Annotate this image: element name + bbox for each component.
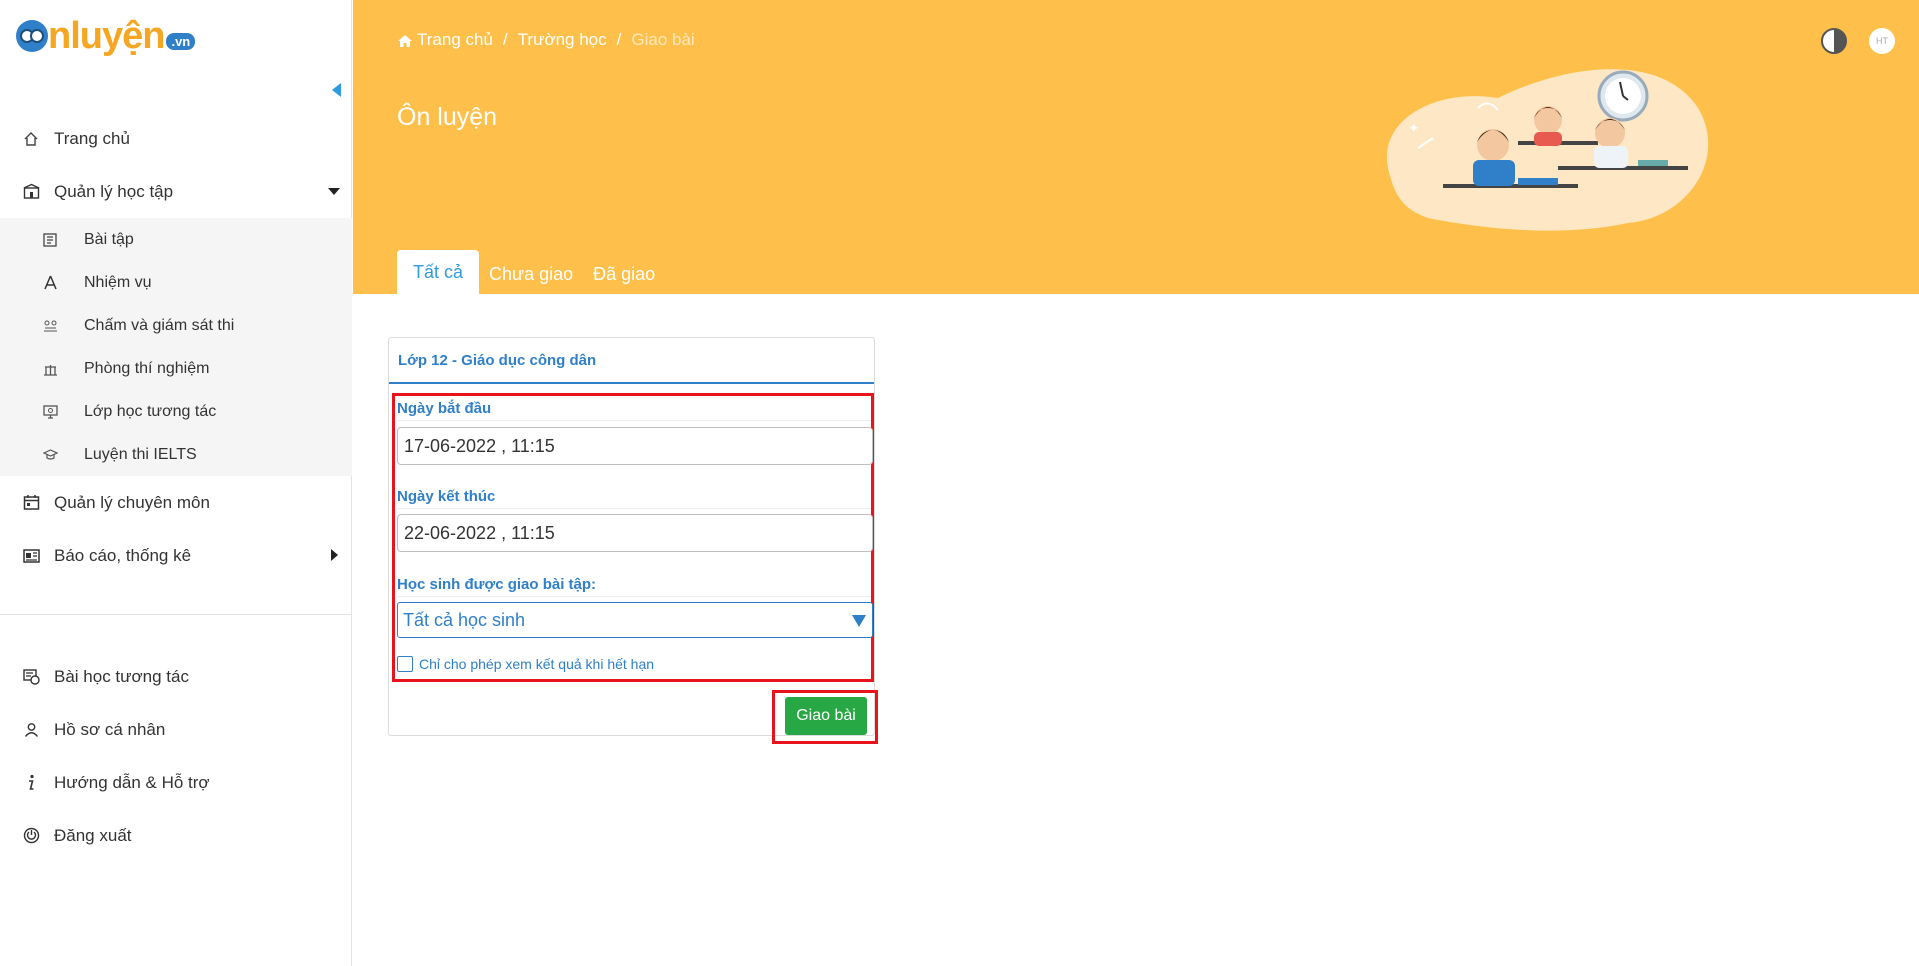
sidebar-item-interactive-class[interactable]: Lớp học tương tác bbox=[0, 390, 352, 433]
sidebar-item-label: Luyện thi IELTS bbox=[84, 445, 197, 463]
report-icon bbox=[22, 547, 40, 565]
power-icon bbox=[22, 827, 40, 845]
sidebar-item-home[interactable]: Trang chủ bbox=[0, 112, 352, 165]
page-header: Trang chủ / Trường học / Giao bài Ôn luy… bbox=[353, 0, 1919, 294]
learning-submenu: Bài tập Nhiệm vụ Chấm và giám sát thi Ph… bbox=[0, 218, 352, 476]
sidebar-item-exercises[interactable]: Bài tập bbox=[0, 218, 352, 261]
sidebar-item-label: Hướng dẫn & Hỗ trợ bbox=[54, 772, 210, 792]
breadcrumb-separator: / bbox=[502, 30, 508, 49]
sidebar-item-ielts[interactable]: Luyện thi IELTS bbox=[0, 433, 352, 476]
calendar-icon bbox=[22, 494, 40, 512]
sidebar-divider bbox=[0, 614, 352, 615]
end-date-label: Ngày kết thúc bbox=[397, 488, 496, 505]
sidebar-item-lab[interactable]: Phòng thí nghiệm bbox=[0, 347, 352, 390]
sidebar-item-interactive-lesson[interactable]: Bài học tương tác bbox=[0, 650, 352, 703]
chevron-down-icon bbox=[328, 188, 340, 195]
triangle-down-icon bbox=[852, 615, 866, 627]
breadcrumb-school[interactable]: Trường học bbox=[518, 30, 607, 50]
students-select[interactable]: Tất cả học sinh bbox=[397, 602, 873, 638]
logo[interactable]: nluyện .vn bbox=[16, 14, 196, 58]
tab-not-assigned[interactable]: Chưa giao bbox=[479, 254, 583, 294]
logo-text: nluyện bbox=[48, 15, 165, 57]
info-icon bbox=[22, 774, 40, 792]
sidebar-item-label: Đăng xuất bbox=[54, 825, 132, 845]
sidebar-item-professional-management[interactable]: Quản lý chuyên môn bbox=[0, 476, 352, 529]
main-nav: Trang chủ Quản lý học tập Bài tập Nhiệm … bbox=[0, 112, 352, 582]
sidebar-item-label: Bài tập bbox=[84, 230, 134, 248]
students-illustration: ✦ bbox=[1386, 69, 1709, 231]
sidebar-item-label: Hồ sơ cá nhân bbox=[54, 719, 166, 739]
sidebar-item-label: Chấm và giám sát thi bbox=[84, 316, 235, 334]
breadcrumb-current: Giao bài bbox=[631, 30, 695, 49]
exam-supervision-icon bbox=[42, 318, 58, 334]
tab-bar: Tất cả Chưa giao Đã giao bbox=[397, 250, 665, 294]
sidebar-item-label: Trang chủ bbox=[54, 128, 130, 148]
owl-logo-icon bbox=[16, 20, 48, 52]
breadcrumb-separator: / bbox=[616, 30, 622, 49]
sidebar-item-learning-management[interactable]: Quản lý học tập bbox=[0, 165, 352, 218]
breadcrumb: Trang chủ / Trường học / Giao bài bbox=[397, 30, 695, 50]
graduation-cap-icon bbox=[42, 447, 58, 463]
sidebar-item-label: Nhiệm vụ bbox=[84, 273, 152, 291]
results-after-expiry-checkbox[interactable] bbox=[397, 656, 413, 672]
sidebar-item-label: Lớp học tương tác bbox=[84, 402, 217, 420]
interactive-lesson-icon bbox=[22, 668, 40, 686]
sidebar-item-logout[interactable]: Đăng xuất bbox=[0, 809, 352, 862]
chevron-right-icon bbox=[331, 549, 338, 561]
assignment-form-highlight: Ngày bắt đầu 17-06-2022 , 11:15 Ngày kết… bbox=[392, 393, 874, 682]
exercise-icon bbox=[42, 232, 58, 248]
lab-icon bbox=[42, 361, 58, 377]
logo-suffix: .vn bbox=[166, 33, 196, 50]
compass-icon bbox=[42, 275, 58, 291]
sidebar-item-exam-supervision[interactable]: Chấm và giám sát thi bbox=[0, 304, 352, 347]
results-after-expiry-option[interactable]: Chỉ cho phép xem kết quả khi hết hạn bbox=[397, 656, 654, 672]
svg-text:✦: ✦ bbox=[1408, 121, 1420, 137]
avatar[interactable]: HT bbox=[1869, 28, 1895, 54]
sidebar-item-tasks[interactable]: Nhiệm vụ bbox=[0, 261, 352, 304]
home-icon bbox=[22, 130, 40, 148]
secondary-nav: Bài học tương tác Hồ sơ cá nhân Hướng dẫ… bbox=[0, 650, 352, 862]
label-underline bbox=[397, 596, 871, 597]
sidebar-item-label: Quản lý chuyên môn bbox=[54, 492, 210, 512]
students-label: Học sinh được giao bài tập: bbox=[397, 576, 597, 593]
start-date-field[interactable]: 17-06-2022 , 11:15 bbox=[397, 427, 873, 465]
students-select-value: Tất cả học sinh bbox=[403, 609, 526, 630]
sidebar-item-help[interactable]: Hướng dẫn & Hỗ trợ bbox=[0, 756, 352, 809]
sidebar-item-label: Phòng thí nghiệm bbox=[84, 359, 210, 377]
checkbox-label: Chỉ cho phép xem kết quả khi hết hạn bbox=[419, 656, 655, 672]
sidebar-item-label: Bài học tương tác bbox=[54, 666, 189, 686]
assignment-card: Lớp 12 - Giáo dục công dân Ngày bắt đầu … bbox=[388, 337, 875, 736]
sidebar: nluyện .vn Trang chủ Quản lý học tập Bài… bbox=[0, 0, 352, 966]
user-icon bbox=[22, 721, 40, 739]
card-title: Lớp 12 - Giáo dục công dân bbox=[389, 338, 874, 384]
home-icon bbox=[397, 33, 413, 47]
collapse-sidebar-icon[interactable] bbox=[332, 83, 341, 97]
tab-assigned[interactable]: Đã giao bbox=[583, 254, 665, 294]
tab-all[interactable]: Tất cả bbox=[397, 250, 480, 294]
sidebar-item-label: Quản lý học tập bbox=[54, 181, 174, 201]
app-root: nluyện .vn Trang chủ Quản lý học tập Bài… bbox=[0, 0, 1919, 966]
sidebar-item-label: Báo cáo, thống kê bbox=[54, 545, 192, 565]
theme-toggle-icon[interactable] bbox=[1821, 28, 1847, 54]
sidebar-item-profile[interactable]: Hồ sơ cá nhân bbox=[0, 703, 352, 756]
label-underline bbox=[397, 508, 871, 509]
header-actions: HT bbox=[1821, 28, 1895, 54]
breadcrumb-home[interactable]: Trang chủ bbox=[417, 30, 493, 50]
sidebar-item-reports[interactable]: Báo cáo, thống kê bbox=[0, 529, 352, 582]
interactive-class-icon bbox=[42, 404, 58, 420]
end-date-field[interactable]: 22-06-2022 , 11:15 bbox=[397, 514, 873, 552]
school-icon bbox=[22, 183, 40, 201]
label-underline bbox=[397, 420, 871, 421]
start-date-label: Ngày bắt đầu bbox=[397, 400, 492, 417]
page-title: Ôn luyện bbox=[397, 103, 498, 131]
assign-button[interactable]: Giao bài bbox=[785, 697, 867, 735]
